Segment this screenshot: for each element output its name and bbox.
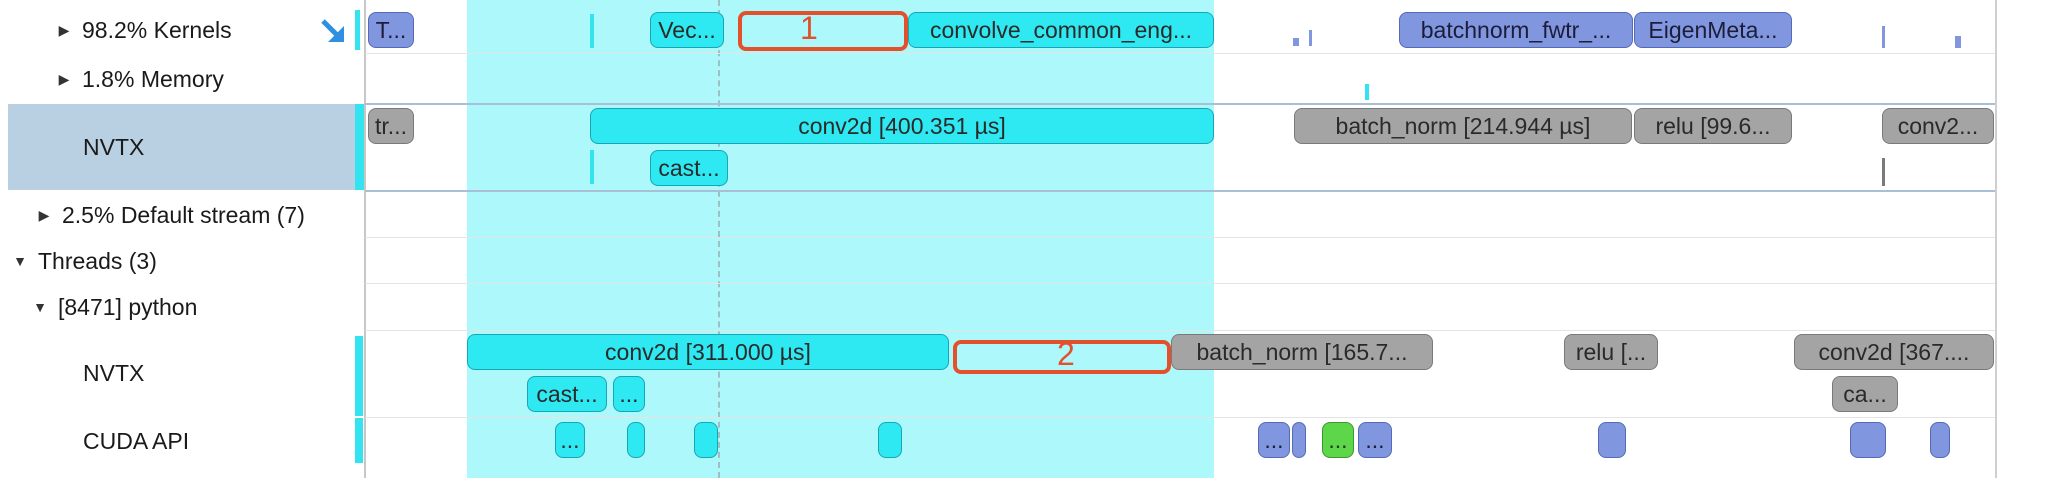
tree-row-memory[interactable]: ▶ 1.8% Memory [8, 61, 365, 97]
nvtx-tick [1882, 158, 1885, 186]
kernel-block[interactable]: T... [368, 12, 414, 48]
nvtx-range[interactable]: batch_norm [165.7... [1171, 334, 1433, 370]
cuda-api-call[interactable]: ... [1258, 422, 1290, 458]
nvtx-range[interactable]: ca... [1832, 376, 1898, 412]
nvtx-range[interactable]: relu [... [1564, 334, 1658, 370]
kernel-block[interactable]: EigenMeta... [1634, 12, 1792, 48]
tree-row-label: 2.5% Default stream (7) [62, 201, 305, 228]
annotation-label-1: 1 [800, 10, 818, 46]
cuda-api-call[interactable]: ... [1322, 422, 1354, 458]
cuda-api-call[interactable] [627, 422, 645, 458]
cuda-api-call[interactable] [1292, 422, 1306, 458]
cuda-api-call[interactable]: ... [555, 422, 585, 458]
kernel-tick [1955, 36, 1961, 48]
tree-row-label: NVTX [83, 359, 145, 386]
annotation-box-1 [738, 11, 908, 51]
nvtx-range[interactable]: conv2... [1882, 108, 1994, 144]
nvtx-range[interactable]: conv2d [311.000 µs] [467, 334, 949, 370]
cuda-api-call[interactable] [1598, 422, 1626, 458]
row-edge-marker [355, 10, 360, 50]
kernel-tick [1309, 30, 1312, 46]
timeline-view: ▶ 98.2% Kernels ▶ 1.8% Memory NVTX ▶ 2.5… [0, 0, 2056, 478]
tree-row-gpu-nvtx[interactable]: NVTX [8, 104, 365, 190]
row-divider [365, 283, 1996, 284]
row-divider [365, 237, 1996, 238]
tree-row-thread-nvtx[interactable]: NVTX [8, 355, 365, 391]
tree-row-label: 98.2% Kernels [82, 16, 232, 43]
tree-row-cuda-api[interactable]: CUDA API [8, 423, 365, 459]
diagonal-arrow-icon [318, 16, 348, 46]
tree-row-kernels[interactable]: ▶ 98.2% Kernels [8, 12, 365, 48]
kernel-block[interactable]: convolve_common_eng... [908, 12, 1214, 48]
nvtx-tick [590, 150, 594, 184]
tree-row-label: 1.8% Memory [82, 65, 224, 92]
expand-arrow-icon[interactable]: ▶ [52, 71, 76, 88]
nvtx-range[interactable]: tr... [368, 108, 414, 144]
cuda-api-call[interactable] [1930, 422, 1950, 458]
nvtx-range[interactable]: conv2d [367.... [1794, 334, 1994, 370]
nvtx-range[interactable]: relu [99.6... [1634, 108, 1792, 144]
row-edge-marker [355, 336, 363, 416]
nvtx-range[interactable]: cast... [527, 376, 607, 412]
tree-row-label: Threads (3) [38, 247, 157, 274]
expand-arrow-icon[interactable]: ▶ [32, 207, 56, 224]
nvtx-range[interactable]: batch_norm [214.944 µs] [1294, 108, 1632, 144]
tree-row-python-thread[interactable]: ▼ [8471] python [8, 289, 365, 325]
panel-splitter[interactable] [364, 0, 366, 478]
memory-tick [1365, 84, 1369, 100]
collapse-arrow-icon[interactable]: ▼ [8, 253, 32, 269]
vertical-scrollbar-track[interactable] [1995, 0, 2056, 478]
nvtx-range[interactable]: cast... [650, 150, 728, 186]
cuda-api-call[interactable] [878, 422, 902, 458]
kernel-tick [1882, 26, 1885, 48]
nvtx-range[interactable]: ... [613, 376, 645, 412]
cuda-api-call[interactable]: ... [1358, 422, 1392, 458]
row-divider [365, 417, 1996, 418]
row-divider [365, 330, 1996, 331]
cuda-api-call[interactable] [1850, 422, 1886, 458]
timeline-tree-panel: ▶ 98.2% Kernels ▶ 1.8% Memory NVTX ▶ 2.5… [0, 0, 365, 478]
row-edge-marker [355, 418, 363, 463]
tree-row-default-stream[interactable]: ▶ 2.5% Default stream (7) [8, 197, 365, 233]
tree-row-threads[interactable]: ▼ Threads (3) [8, 243, 365, 279]
time-cursor-line [718, 0, 720, 478]
kernel-tick [590, 14, 594, 48]
nvtx-range[interactable]: conv2d [400.351 µs] [590, 108, 1214, 144]
annotation-label-2: 2 [1057, 336, 1075, 372]
kernel-block[interactable]: batchnorm_fwtr_... [1399, 12, 1633, 48]
row-divider [365, 53, 1996, 54]
tree-row-label: [8471] python [58, 293, 198, 320]
kernel-block[interactable]: Vec... [650, 12, 724, 48]
tree-row-label: CUDA API [83, 427, 190, 454]
collapse-arrow-icon[interactable]: ▼ [28, 299, 52, 315]
kernel-tick [1293, 38, 1299, 46]
expand-arrow-icon[interactable]: ▶ [52, 22, 76, 39]
tree-row-label: NVTX [83, 133, 145, 160]
row-divider [365, 103, 1996, 105]
cuda-api-call[interactable] [694, 422, 718, 458]
row-divider [365, 190, 1996, 192]
